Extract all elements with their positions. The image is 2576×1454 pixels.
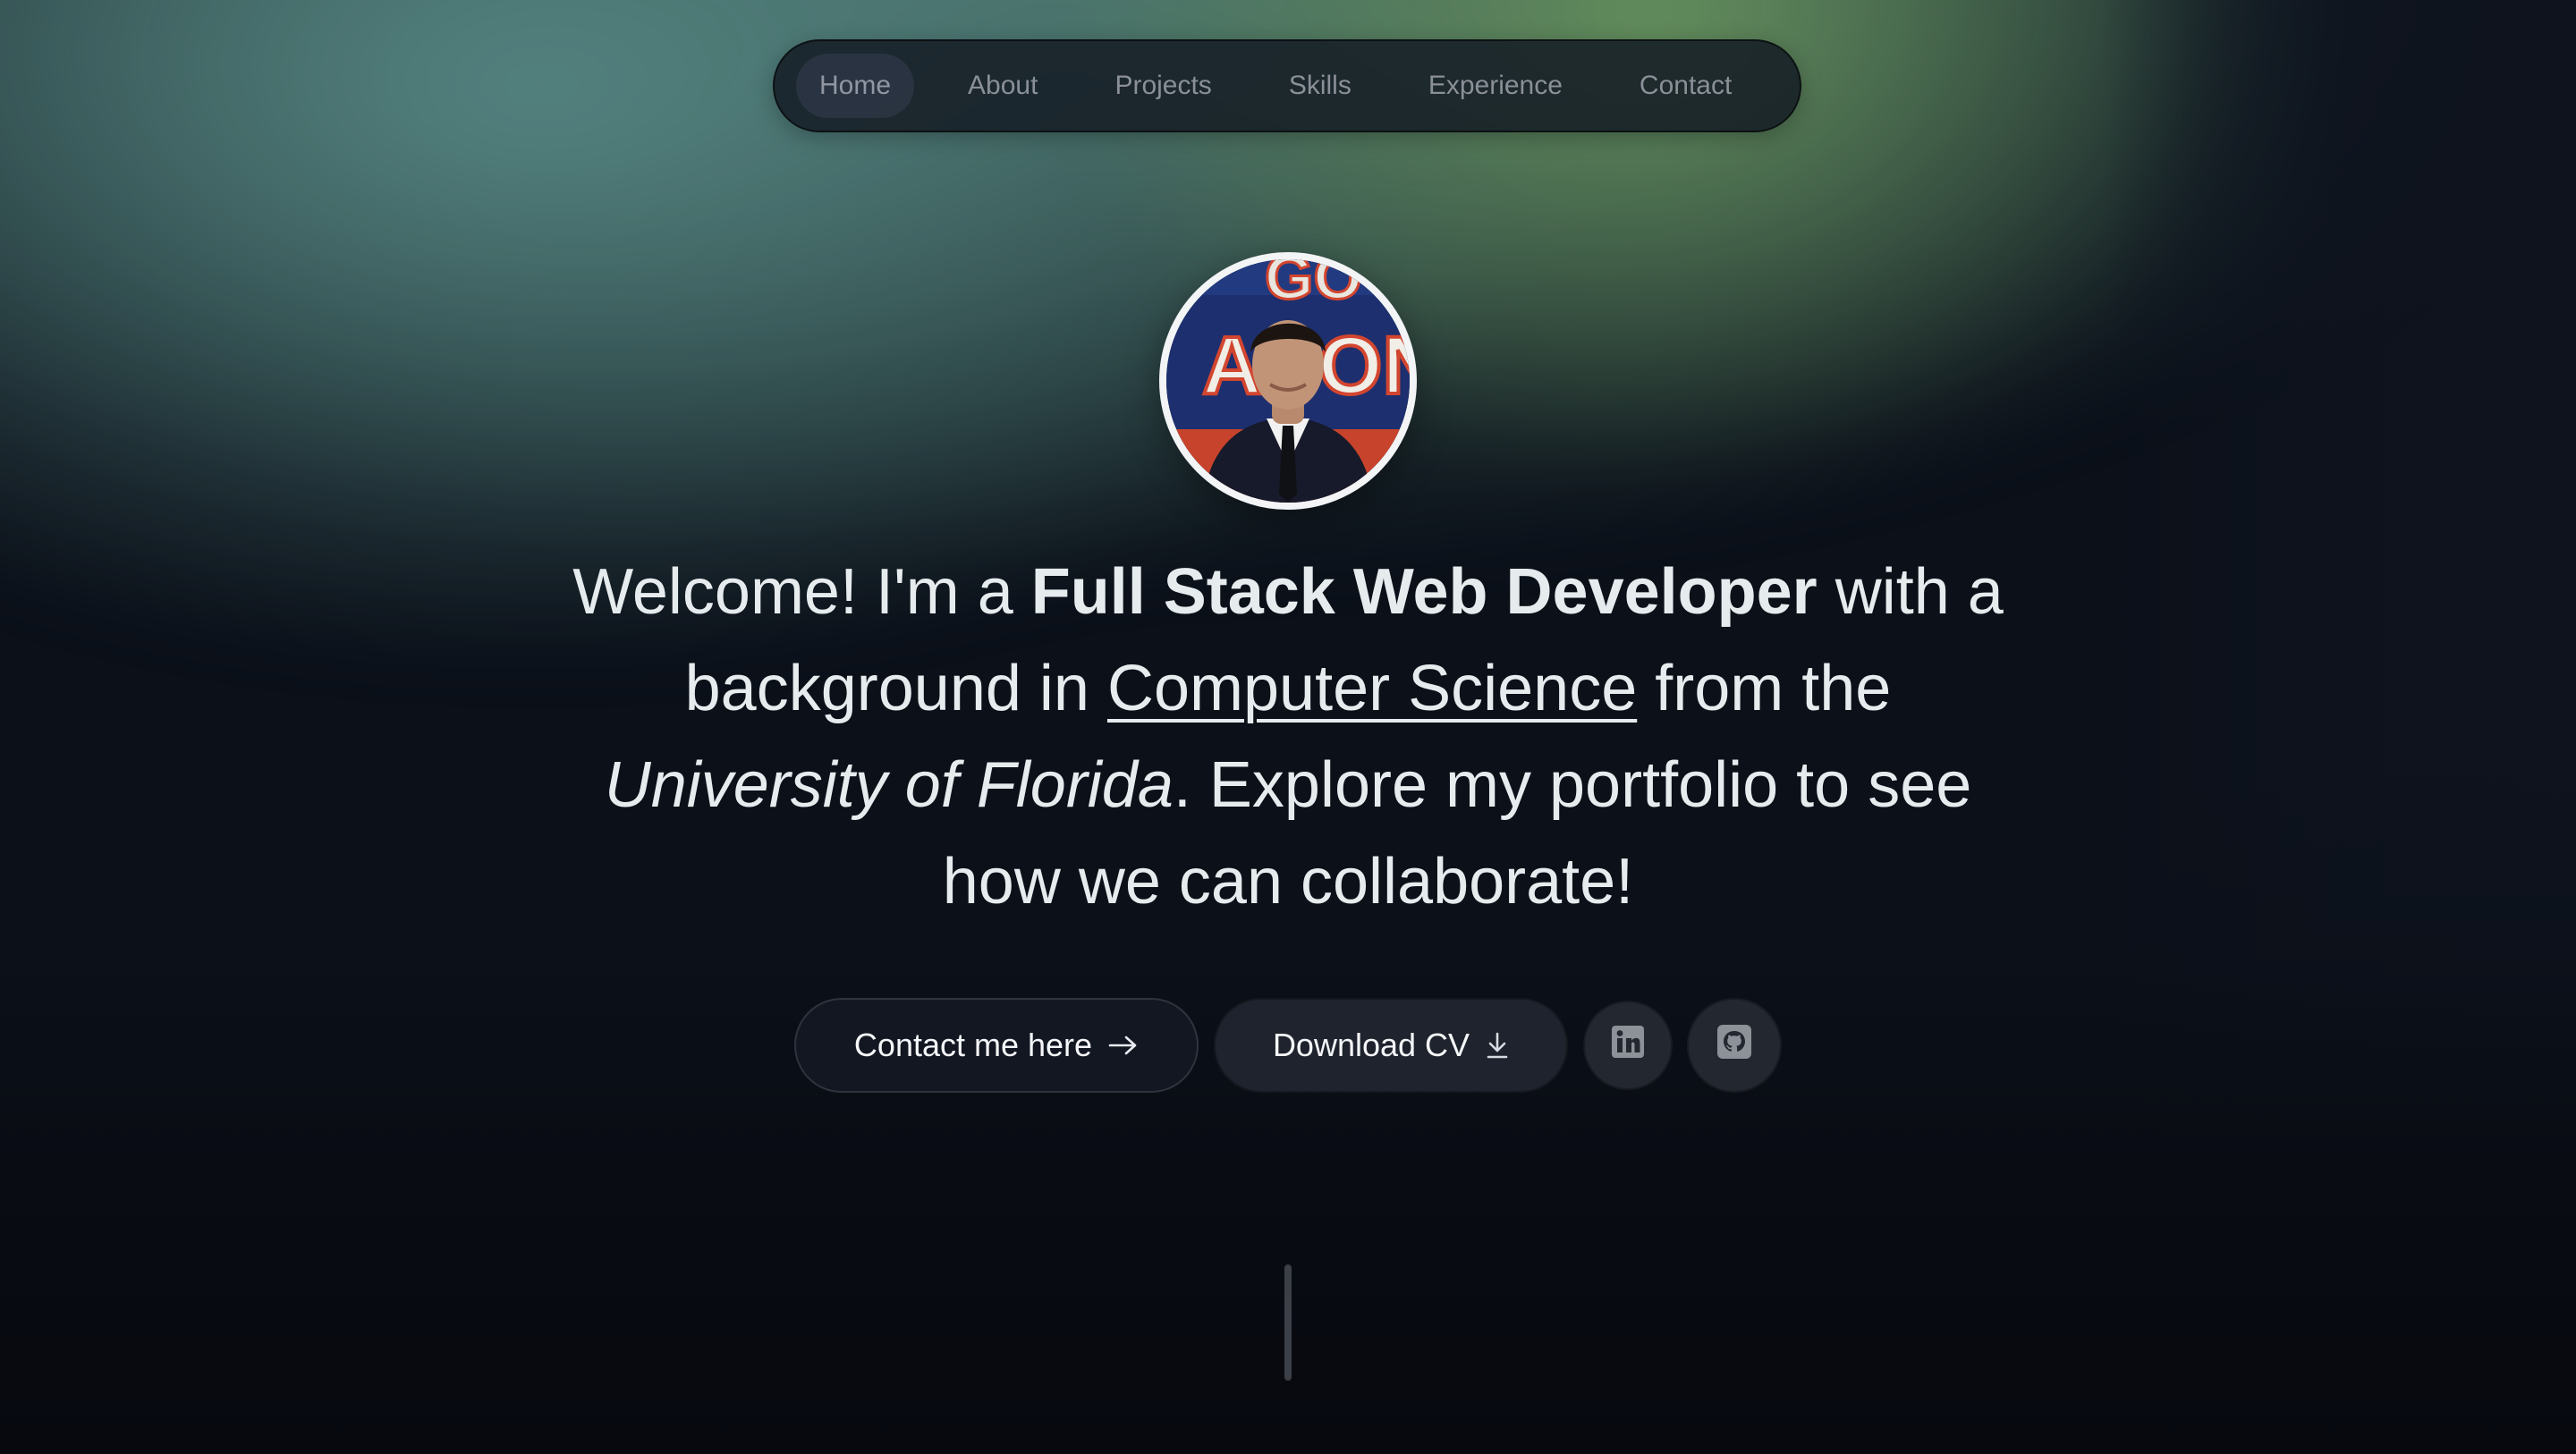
svg-text:ON: ON <box>1318 320 1410 411</box>
hero-intro: Welcome! I'm a <box>572 556 1031 628</box>
arrow-right-icon <box>1108 1035 1139 1056</box>
github-icon <box>1716 1024 1752 1068</box>
linkedin-button[interactable] <box>1583 1001 1673 1090</box>
linkedin-icon <box>1611 1025 1645 1067</box>
top-navigation: Home About Projects Skills Experience Co… <box>773 39 1801 132</box>
nav-item-home[interactable]: Home <box>796 54 915 118</box>
hero-school: University of Florida <box>604 749 1174 821</box>
svg-text:GO: GO <box>1265 259 1362 312</box>
scroll-indicator <box>1284 1264 1292 1381</box>
hero-from: from the <box>1637 653 1892 724</box>
portfolio-page: Home About Projects Skills Experience Co… <box>0 0 2576 1454</box>
download-cv-button[interactable]: Download CV <box>1214 998 1568 1093</box>
nav-item-projects[interactable]: Projects <box>1091 54 1234 118</box>
nav-item-experience[interactable]: Experience <box>1405 54 1586 118</box>
hero-field-link[interactable]: Computer Science <box>1107 653 1637 724</box>
download-icon <box>1486 1032 1509 1059</box>
contact-button[interactable]: Contact me here <box>794 998 1199 1093</box>
hero-role: Full Stack Web Developer <box>1030 556 1818 628</box>
profile-photo: AL ON GO <box>1166 259 1410 503</box>
github-button[interactable] <box>1687 998 1782 1093</box>
nav-item-skills[interactable]: Skills <box>1266 54 1375 118</box>
contact-button-label: Contact me here <box>853 1027 1093 1063</box>
hero-headline: Welcome! I'm a Full Stack Web Developer … <box>572 544 2004 930</box>
nav-item-contact[interactable]: Contact <box>1616 54 1755 118</box>
profile-avatar: AL ON GO <box>1159 252 1417 510</box>
nav-item-about[interactable]: About <box>945 54 1061 118</box>
download-cv-label: Download CV <box>1272 1027 1470 1063</box>
